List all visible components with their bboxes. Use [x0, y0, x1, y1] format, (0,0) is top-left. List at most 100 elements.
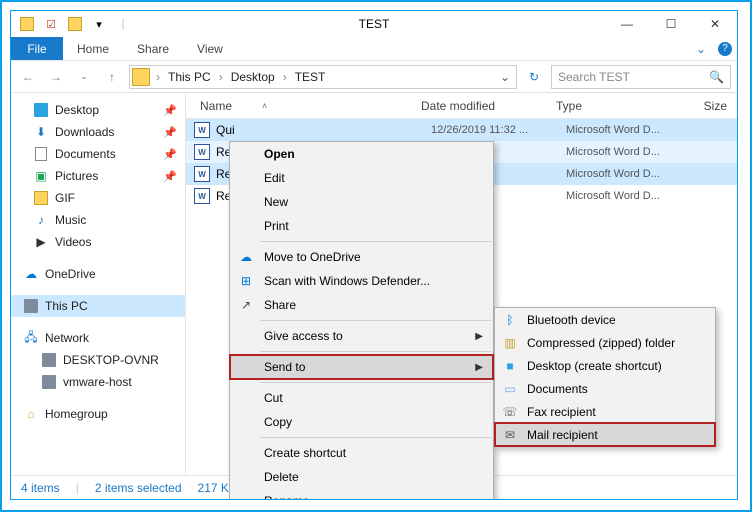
menu-separator	[260, 382, 491, 383]
word-file-icon: W	[194, 122, 210, 138]
menu-item-label: Print	[264, 219, 289, 233]
qat-properties-icon[interactable]: ☑	[41, 14, 61, 34]
submenu-item-icon: ■	[502, 358, 518, 374]
file-row[interactable]: WQui12/26/2019 11:32 ...Microsoft Word D…	[186, 119, 737, 141]
sidebar-item-videos[interactable]: ▶ Videos	[11, 231, 185, 253]
breadcrumb-sep: ›	[154, 70, 162, 84]
pin-icon: 📌	[163, 126, 177, 139]
sidebar-item-label: OneDrive	[45, 267, 96, 281]
refresh-button[interactable]: ↻	[523, 70, 545, 84]
ribbon-tabs: File Home Share View ⌄ ?	[11, 37, 737, 61]
close-button[interactable]: ✕	[693, 11, 737, 37]
sidebar-item-pictures[interactable]: ▣Pictures📌	[11, 165, 185, 187]
submenu-item-icon: ᛒ	[502, 312, 518, 328]
breadcrumb[interactable]: TEST	[293, 70, 328, 84]
sidebar-item-label: Pictures	[55, 169, 98, 183]
submenu-item-fax-recipient[interactable]: ☏Fax recipient	[495, 400, 715, 423]
sidebar-item-icon	[41, 352, 57, 368]
breadcrumb[interactable]: This PC	[166, 70, 213, 84]
submenu-item-label: Compressed (zipped) folder	[527, 336, 675, 350]
breadcrumb-sep: ›	[281, 70, 289, 84]
sidebar-item-music[interactable]: ♪Music	[11, 209, 185, 231]
word-file-icon: W	[194, 188, 210, 204]
sidebar-item-onedrive[interactable]: ☁OneDrive	[11, 263, 185, 285]
sidebar-item-label: Downloads	[55, 125, 114, 139]
tab-home[interactable]: Home	[63, 37, 123, 60]
submenu-item-desktop-create-shortcut-[interactable]: ■Desktop (create shortcut)	[495, 354, 715, 377]
sidebar-item-this-pc[interactable]: This PC	[11, 295, 185, 317]
column-name[interactable]: Name	[200, 99, 232, 113]
menu-item-scan-with-windows-defender-[interactable]: ⊞Scan with Windows Defender...	[230, 269, 493, 293]
sidebar-item-icon: ⌂	[23, 406, 39, 422]
menu-item-rename[interactable]: Rename	[230, 489, 493, 500]
menu-item-label: Edit	[264, 171, 285, 185]
breadcrumb[interactable]: Desktop	[229, 70, 277, 84]
up-button[interactable]: ↑	[101, 66, 123, 88]
help-icon[interactable]: ?	[713, 37, 737, 60]
sidebar-item-desktop-ovnr[interactable]: DESKTOP-OVNR	[11, 349, 185, 371]
submenu-item-bluetooth-device[interactable]: ᛒ Bluetooth device	[495, 308, 715, 331]
file-name: Qui	[216, 123, 431, 137]
menu-item-delete[interactable]: Delete	[230, 465, 493, 489]
column-headers: Name ˄ Date modified Type Size	[186, 93, 737, 119]
back-button[interactable]: ←	[17, 66, 39, 88]
file-tab[interactable]: File	[11, 37, 63, 60]
pin-icon: 📌	[163, 170, 177, 183]
address-dropdown-icon[interactable]: ⌄	[496, 70, 514, 84]
sidebar-item-label: GIF	[55, 191, 75, 205]
submenu-item-icon: ▭	[502, 381, 518, 397]
context-menu: Open Edit New Print ☁Move to OneDrive⊞Scan w…	[229, 141, 494, 500]
sidebar-item-network[interactable]: 🖧Network	[11, 327, 185, 349]
menu-separator	[260, 437, 491, 438]
sidebar-item-label: Homegroup	[45, 407, 108, 421]
submenu-item-icon: ☏	[502, 404, 518, 420]
menu-item-create-shortcut[interactable]: Create shortcut	[230, 441, 493, 465]
menu-item-print[interactable]: Print	[230, 214, 493, 238]
submenu-item-compressed-zipped-folder[interactable]: ▥Compressed (zipped) folder	[495, 331, 715, 354]
menu-item-give-access-to[interactable]: Give access to▶	[230, 324, 493, 348]
search-input[interactable]: Search TEST 🔍	[551, 65, 731, 89]
column-date[interactable]: Date modified	[421, 99, 556, 113]
menu-item-label: Delete	[264, 470, 299, 484]
sidebar-item-downloads[interactable]: ⬇Downloads📌	[11, 121, 185, 143]
menu-item-cut[interactable]: Cut	[230, 386, 493, 410]
menu-item-send-to[interactable]: Send to▶	[230, 355, 493, 379]
sidebar-item-homegroup[interactable]: ⌂ Homegroup	[11, 403, 185, 425]
column-size[interactable]: Size	[674, 99, 737, 113]
tab-share[interactable]: Share	[123, 37, 183, 60]
tab-view[interactable]: View	[183, 37, 237, 60]
qat-folder-icon	[17, 14, 37, 34]
sidebar-item-gif[interactable]: GIF	[11, 187, 185, 209]
forward-button[interactable]: →	[45, 66, 67, 88]
submenu-item-label: Documents	[527, 382, 588, 396]
submenu-item-label: Bluetooth device	[527, 313, 616, 327]
sidebar-item-label: Desktop	[55, 103, 99, 117]
menu-item-edit[interactable]: Edit	[230, 166, 493, 190]
ribbon-expand-icon[interactable]: ⌄	[689, 37, 713, 60]
sidebar-item-documents[interactable]: Documents📌	[11, 143, 185, 165]
menu-item-move-to-onedrive[interactable]: ☁Move to OneDrive	[230, 245, 493, 269]
minimize-button[interactable]: —	[605, 11, 649, 37]
menu-separator	[260, 351, 491, 352]
address-bar[interactable]: › This PC › Desktop › TEST ⌄	[129, 65, 517, 89]
sidebar-item-label: Videos	[55, 235, 91, 249]
maximize-button[interactable]: ☐	[649, 11, 693, 37]
menu-item-new[interactable]: New	[230, 190, 493, 214]
history-dropdown-icon[interactable]: ⌄	[73, 66, 95, 88]
submenu-item-documents[interactable]: ▭ Documents	[495, 377, 715, 400]
menu-item-share[interactable]: ↗Share	[230, 293, 493, 317]
menu-item-copy[interactable]: Copy	[230, 410, 493, 434]
sendto-submenu: ᛒ Bluetooth device ▥Compressed (zipped) fo…	[494, 307, 716, 447]
menu-item-label: Move to OneDrive	[264, 250, 361, 264]
sidebar-item-label: Music	[55, 213, 86, 227]
submenu-item-mail-recipient[interactable]: ✉Mail recipient	[495, 423, 715, 446]
sidebar-item-vmware-host[interactable]: vmware-host	[11, 371, 185, 393]
column-type[interactable]: Type	[556, 99, 674, 113]
sidebar-item-desktop[interactable]: Desktop📌	[11, 99, 185, 121]
sidebar-item-icon: ▶	[33, 234, 49, 250]
qat-newfolder-icon[interactable]	[65, 14, 85, 34]
menu-item-label: Open	[264, 147, 295, 161]
qat-dropdown-icon[interactable]: ▾	[89, 14, 109, 34]
file-type: Microsoft Word D...	[566, 124, 684, 136]
menu-item-open[interactable]: Open	[230, 142, 493, 166]
